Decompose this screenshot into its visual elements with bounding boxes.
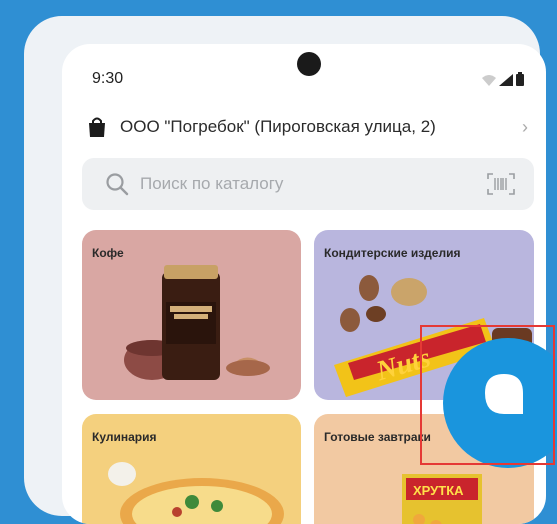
search-placeholder: Поиск по каталогу <box>140 174 284 193</box>
store-name: ООО "Погребок" (Пироговская улица, 2) <box>120 117 436 136</box>
barcode-scan-icon[interactable] <box>486 172 516 196</box>
store-selector[interactable]: ООО "Погребок" (Пироговская улица, 2) › <box>86 112 528 142</box>
status-bar: 9:30 <box>62 44 546 104</box>
pasta-plate-image <box>108 462 284 524</box>
chat-button[interactable] <box>443 338 557 468</box>
nuts-brand-text: Nuts <box>372 342 434 387</box>
battery-icon <box>516 72 524 86</box>
wifi-icon <box>482 75 496 86</box>
coffee-jar-image <box>124 265 270 380</box>
search-icon <box>106 173 129 196</box>
cellular-signal-icon <box>499 74 513 86</box>
category-tile-coffee[interactable]: Кофе <box>82 230 301 400</box>
chevron-right-icon: › <box>522 116 528 137</box>
status-icons <box>482 72 524 86</box>
chat-bubble-icon <box>485 374 523 414</box>
shopping-bag-icon <box>89 117 105 137</box>
camera-notch <box>297 52 321 76</box>
status-time: 9:30 <box>92 70 124 87</box>
catalog-search-input[interactable]: Поиск по каталогу <box>82 158 534 210</box>
category-tile-cooking[interactable]: Кулинария <box>82 414 301 524</box>
